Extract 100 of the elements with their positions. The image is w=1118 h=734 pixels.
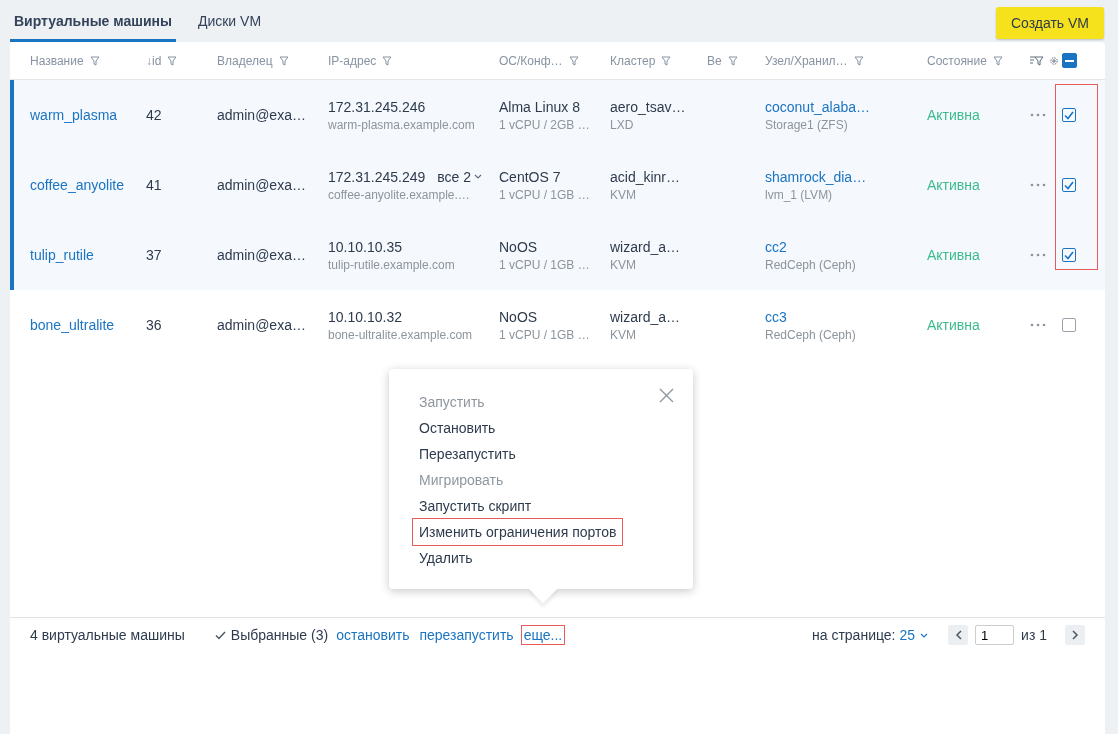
config-text: 1 vCPU / 1GB …: [499, 187, 591, 202]
cluster-name: wizard_a…: [610, 308, 682, 325]
chevron-left-icon: [954, 630, 962, 640]
table-row[interactable]: warm_plasma 42 admin@exa… 172.31.245.246 warm-plasma.example.com Alma Linux 8 1 vCPU / 2GB … aero_tsav… LXD coconut_alaba… Storage1 (ZFS) Активна: [10, 80, 1105, 150]
config-text: 1 vCPU / 1GB …: [499, 257, 591, 272]
ip-address: 172.31.245.246: [328, 98, 426, 115]
ip-address: 10.10.10.35: [328, 238, 402, 255]
os-name: Alma Linux 8: [499, 98, 581, 115]
tab[interactable]: Диски VM: [193, 13, 266, 42]
status-text: Активна: [927, 107, 981, 123]
filter-icon[interactable]: [992, 55, 1003, 66]
filter-list-icon[interactable]: [1030, 55, 1044, 66]
menu-item[interactable]: Перезапустить: [413, 441, 522, 467]
chevron-right-icon: [1071, 630, 1079, 640]
node-link[interactable]: cc3: [765, 308, 927, 325]
table-row[interactable]: tulip_rutile 37 admin@exa… 10.10.10.35 tulip-rutile.example.com NoOS 1 vCPU / 1GB … wizard_a… KVM cc2 RedCeph (Ceph) Активна: [10, 220, 1105, 290]
node-link[interactable]: cc2: [765, 238, 927, 255]
vm-count: 4 виртуальные машины: [30, 627, 185, 643]
more-icon[interactable]: [1030, 253, 1046, 257]
storage-name: RedCeph (Ceph): [765, 257, 857, 272]
column-header[interactable]: ОС/Конф…: [499, 53, 563, 68]
column-header[interactable]: Владелец: [217, 53, 273, 68]
filter-icon[interactable]: [727, 55, 738, 66]
id-cell-text: 37: [146, 247, 163, 263]
hostname: warm-plasma.example.com: [328, 117, 476, 132]
hostname: bone-ultralite.example.com: [328, 327, 474, 342]
filter-icon[interactable]: [568, 55, 579, 66]
check-icon: [214, 630, 226, 640]
page-total: из 1: [1021, 627, 1047, 643]
vm-name-link[interactable]: coffee_anyolite: [30, 177, 146, 193]
virtualization-type: KVM: [610, 257, 637, 272]
os-name: NoOS: [499, 308, 539, 325]
column-header[interactable]: Кластер: [610, 53, 656, 68]
menu-item[interactable]: Удалить: [413, 545, 479, 571]
ip-more-dropdown[interactable]: все 2: [437, 168, 483, 185]
owner-cell-text: admin@exa…: [217, 177, 307, 193]
filter-icon[interactable]: [167, 55, 178, 66]
cluster-name: acid_kinr…: [610, 168, 682, 185]
more-icon[interactable]: [1030, 323, 1046, 327]
virtualization-type: KVM: [610, 327, 637, 342]
status-text: Активна: [927, 247, 981, 263]
create-vm-button[interactable]: Создать VM: [995, 7, 1104, 39]
filter-icon[interactable]: [89, 55, 100, 66]
virtualization-type: LXD: [610, 117, 635, 132]
select-all-checkbox[interactable]: [1062, 53, 1077, 68]
hostname: tulip-rutile.example.com: [328, 257, 456, 272]
column-header[interactable]: Узел/Хранил…: [765, 53, 848, 68]
node-link[interactable]: shamrock_dia…: [765, 168, 927, 185]
row-checkbox[interactable]: [1062, 248, 1076, 262]
menu-item[interactable]: Остановить: [413, 415, 502, 441]
row-checkbox[interactable]: [1062, 108, 1076, 122]
menu-item[interactable]: Запустить скрипт: [413, 493, 538, 519]
vm-name-link[interactable]: tulip_rutile: [30, 247, 146, 263]
table-row[interactable]: coffee_anyolite 41 admin@exa… 172.31.245.249 все 2 coffee-anyolite.example.… CentOS 7 1 vCPU / 1GB … acid_kinr… KVM shamrock_dia… lvm_1 (LVM) Активна: [10, 150, 1105, 220]
filter-icon[interactable]: [853, 55, 864, 66]
vm-name-link[interactable]: warm_plasma: [30, 107, 146, 123]
cluster-name: wizard_a…: [610, 238, 682, 255]
virtualization-type: KVM: [610, 187, 637, 202]
id-cell-text: 36: [146, 317, 163, 333]
filter-icon[interactable]: [661, 55, 672, 66]
row-checkbox[interactable]: [1062, 178, 1076, 192]
chevron-down-icon: [474, 174, 483, 179]
config-text: 1 vCPU / 1GB …: [499, 327, 591, 342]
action-link[interactable]: еще...: [521, 626, 565, 644]
vm-name-link[interactable]: bone_ultralite: [30, 317, 146, 333]
owner-cell-text: admin@exa…: [217, 247, 307, 263]
storage-name: RedCeph (Ceph): [765, 327, 857, 342]
os-name: CentOS 7: [499, 168, 562, 185]
ip-address: 10.10.10.32: [328, 308, 402, 325]
node-link[interactable]: coconut_alaba…: [765, 98, 927, 115]
status-text: Активна: [927, 177, 981, 193]
action-link[interactable]: перезапустить: [417, 626, 516, 644]
page-input[interactable]: 1: [975, 625, 1015, 645]
ip-address: 172.31.245.249: [328, 168, 426, 185]
menu-item[interactable]: Изменить ограничения портов: [413, 519, 623, 545]
column-header[interactable]: IP-адрес: [328, 53, 377, 68]
id-cell-text: 41: [146, 177, 163, 193]
cluster-name: aero_tsav…: [610, 98, 687, 115]
storage-name: lvm_1 (LVM): [765, 187, 834, 202]
column-header[interactable]: Ве: [707, 53, 722, 68]
column-header[interactable]: ↓id: [146, 53, 162, 68]
chevron-down-icon: [920, 632, 929, 638]
owner-cell-text: admin@exa…: [217, 107, 307, 123]
more-icon[interactable]: [1030, 183, 1046, 187]
os-name: NoOS: [499, 238, 539, 255]
row-checkbox[interactable]: [1062, 318, 1076, 332]
column-header[interactable]: Название: [30, 53, 84, 68]
close-icon[interactable]: [659, 388, 674, 403]
filter-icon[interactable]: [278, 55, 289, 66]
previous-page-button[interactable]: [948, 625, 969, 645]
filter-icon[interactable]: [382, 55, 393, 66]
more-icon[interactable]: [1030, 113, 1046, 117]
storage-name: Storage1 (ZFS): [765, 117, 849, 132]
next-page-button[interactable]: [1065, 625, 1085, 645]
gear-icon[interactable]: [1049, 55, 1059, 66]
per-page-dropdown[interactable]: 25: [899, 627, 929, 643]
id-cell-text: 42: [146, 107, 163, 123]
column-header[interactable]: Состояние: [927, 53, 987, 68]
config-text: 1 vCPU / 2GB …: [499, 117, 591, 132]
action-link[interactable]: остановить: [334, 626, 412, 644]
